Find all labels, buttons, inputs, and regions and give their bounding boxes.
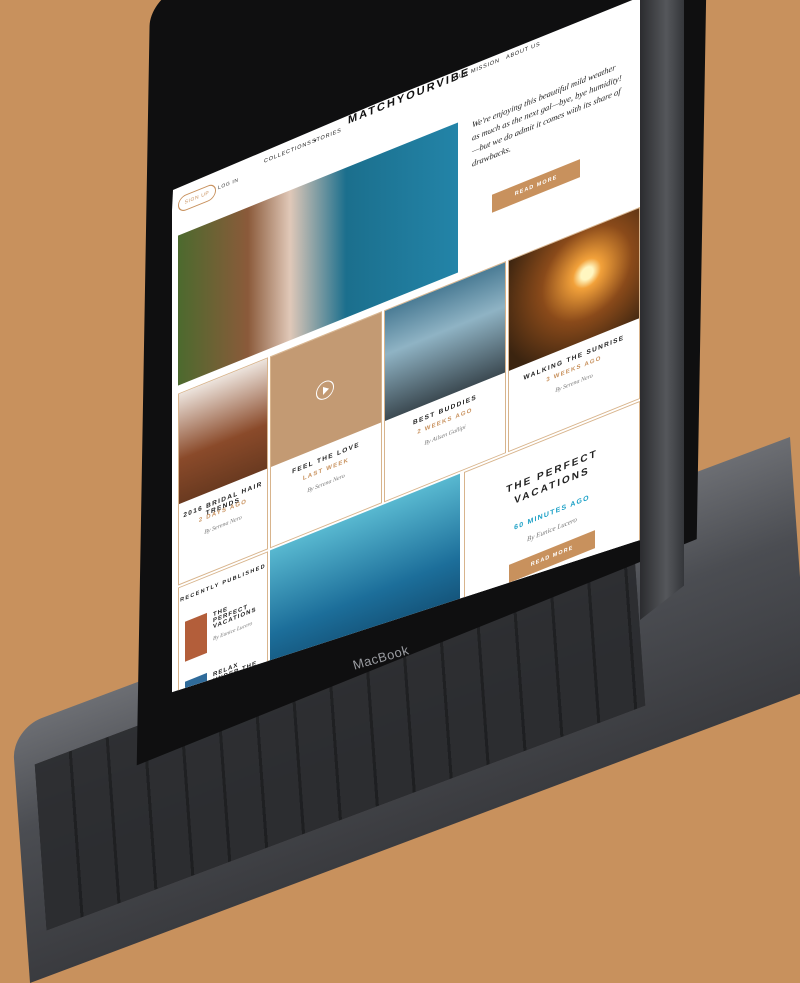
intro-read-more-button[interactable]: READ MORE: [492, 159, 580, 213]
laptop-lid-edge: [640, 0, 684, 621]
card-photo: [509, 208, 639, 371]
card-bridal-hair[interactable]: 2016 BRIDAL HAIR TRENDS 2 DAYS AGO By Se…: [178, 357, 268, 586]
signup-button[interactable]: SIGN UP: [178, 182, 216, 214]
recent-thumb: [185, 612, 207, 662]
play-icon[interactable]: [316, 377, 334, 403]
login-link[interactable]: LOG IN: [218, 177, 239, 191]
feature-title: THE PERFECT VACATIONS: [506, 447, 598, 507]
nav-stories[interactable]: STORIES: [312, 127, 342, 145]
card-photo: [179, 358, 267, 505]
